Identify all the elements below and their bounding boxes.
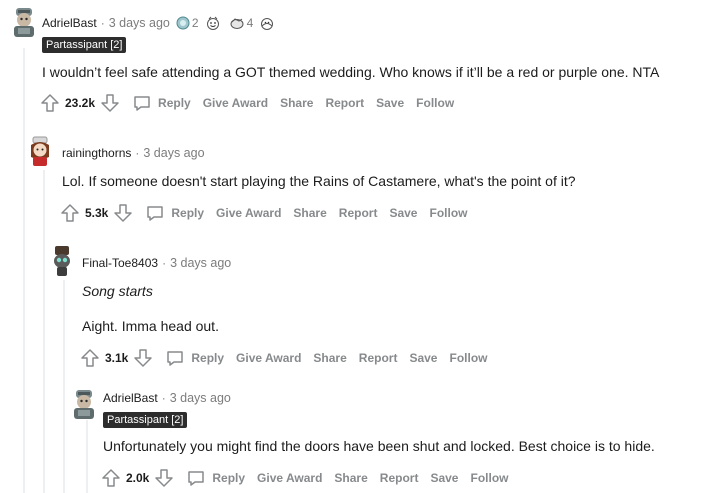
wholesome-award-icon [206,16,219,30]
share-button[interactable]: Share [280,96,313,110]
reply-button[interactable]: Reply [165,348,224,368]
comment-bubble-icon [167,351,184,366]
vote-controls: 5.3k [60,203,133,223]
reply-label: Reply [158,96,191,110]
comment-body: I wouldn’t feel safe attending a GOT the… [42,64,660,80]
downvote-icon[interactable] [154,468,174,488]
comment-actions: 3.1k Reply Give Award Share Report Save … [80,348,487,368]
reply-label: Reply [171,206,205,220]
comment-actions: 5.3k Reply Give Award Share Report Save … [60,203,467,223]
save-button[interactable]: Save [430,471,458,485]
avatar[interactable] [46,245,78,277]
avatar[interactable] [8,6,40,38]
user-flair: Partassipant [2] [103,412,188,428]
upvote-icon[interactable] [60,203,80,223]
report-button[interactable]: Report [339,206,378,220]
thread-line[interactable] [43,170,45,493]
report-button[interactable]: Report [325,96,364,110]
upvote-icon[interactable] [40,93,60,113]
reply-button[interactable]: Reply [132,93,191,113]
comment-actions: 2.0k Reply Give Award Share Report Save … [101,468,508,488]
comment-body-line: Song starts [82,283,153,299]
award[interactable]: 2 [176,16,199,30]
award[interactable]: 4 [229,15,254,31]
reply-button[interactable]: Reply [145,203,204,223]
author-name[interactable]: rainingthorns [62,146,131,160]
comment-body: Unfortunately you might find the doors h… [103,438,655,454]
upvote-icon[interactable] [101,468,121,488]
save-button[interactable]: Save [389,206,417,220]
comment-meta: AdrielBast · 3 days ago 2 4 [42,15,277,31]
author-name[interactable]: Final-Toe8403 [82,256,158,270]
vote-controls: 23.2k [40,93,120,113]
give-award-button[interactable]: Give Award [236,351,301,365]
award[interactable] [205,15,223,31]
vote-controls: 3.1k [80,348,153,368]
comment-meta: Final-Toe8403 · 3 days ago [82,256,231,270]
meta-separator: · [161,391,166,405]
save-button[interactable]: Save [376,96,404,110]
award-count: 2 [191,16,199,30]
timestamp[interactable]: 3 days ago [170,391,231,405]
give-award-button[interactable]: Give Award [203,96,268,110]
avatar[interactable] [68,388,100,420]
comment-body-line: Aight. Imma head out. [82,318,219,334]
timestamp[interactable]: 3 days ago [143,146,204,160]
author-name[interactable]: AdrielBast [42,16,97,30]
thread-line[interactable] [63,280,65,493]
vote-count: 23.2k [65,96,96,110]
share-button[interactable]: Share [313,351,346,365]
meta-separator: · [135,146,140,160]
comment-bubble-icon [188,471,205,486]
give-award-button[interactable]: Give Award [216,206,281,220]
report-button[interactable]: Report [380,471,419,485]
save-button[interactable]: Save [409,351,437,365]
vote-controls: 2.0k [101,468,174,488]
comment-meta: rainingthorns · 3 days ago [62,146,205,160]
reply-label: Reply [191,351,225,365]
meta-separator: · [162,256,167,270]
comment-bubble-icon [134,96,150,111]
share-button[interactable]: Share [334,471,367,485]
timestamp[interactable]: 3 days ago [109,16,170,30]
give-award-button[interactable]: Give Award [257,471,322,485]
comment-bubble-icon [147,206,164,221]
timestamp[interactable]: 3 days ago [170,256,231,270]
vote-count: 3.1k [105,351,129,365]
thread-line[interactable] [23,48,25,493]
meta-separator: · [100,16,105,30]
reply-button[interactable]: Reply [186,468,245,488]
downvote-icon[interactable] [133,348,153,368]
avatar[interactable] [24,135,56,167]
thread-line[interactable] [86,420,88,493]
user-flair: Partassipant [2] [42,37,127,53]
comment-meta: AdrielBast · 3 days ago [103,391,231,405]
vote-count: 2.0k [126,471,150,485]
comment-body: Lol. If someone doesn't start playing th… [62,173,576,189]
share-button[interactable]: Share [293,206,326,220]
report-button[interactable]: Report [359,351,398,365]
upvote-icon[interactable] [80,348,100,368]
reply-label: Reply [212,471,246,485]
author-name[interactable]: AdrielBast [103,391,158,405]
award[interactable] [259,15,277,31]
follow-button[interactable]: Follow [429,206,467,220]
follow-button[interactable]: Follow [470,471,508,485]
follow-button[interactable]: Follow [416,96,454,110]
comment-actions: 23.2k Reply Give Award Share Report Save… [40,93,454,113]
award-count: 4 [246,16,254,30]
downvote-icon[interactable] [100,93,120,113]
vote-count: 5.3k [85,206,109,220]
helpful-award-icon [230,18,244,29]
downvote-icon[interactable] [113,203,133,223]
follow-button[interactable]: Follow [449,351,487,365]
hug-award-icon [261,18,274,30]
silver-coin-award-icon [176,16,190,30]
